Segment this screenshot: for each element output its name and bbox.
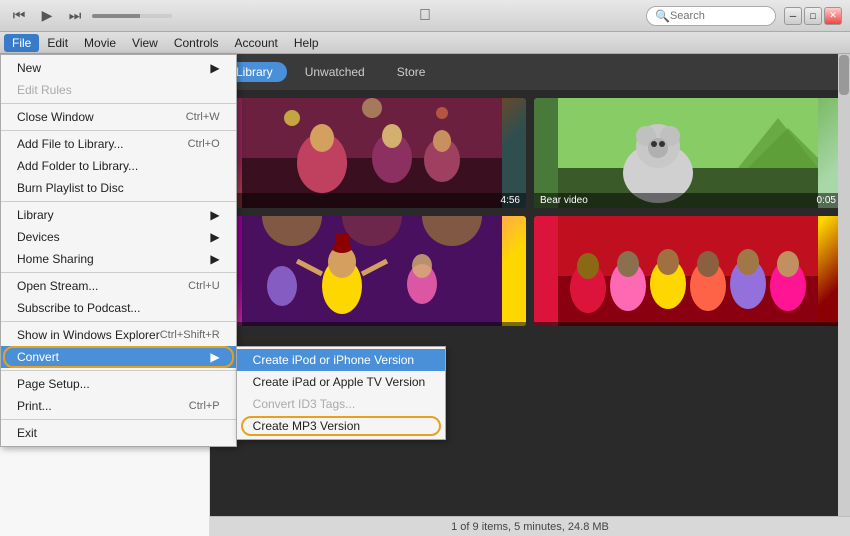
search-input[interactable] bbox=[670, 10, 770, 22]
scrollbar-thumb[interactable] bbox=[839, 55, 849, 95]
status-text: 1 of 9 items, 5 minutes, 24.8 MB bbox=[451, 521, 609, 533]
menu-view[interactable]: View bbox=[124, 34, 166, 52]
arrow-icon-5: ▶ bbox=[210, 350, 219, 364]
menu-controls[interactable]: Controls bbox=[166, 34, 227, 52]
play-button[interactable]: ▶ bbox=[36, 5, 58, 27]
volume-slider[interactable] bbox=[92, 14, 172, 18]
apple-logo:  bbox=[419, 7, 431, 25]
rewind-button[interactable]: ⏮ bbox=[8, 5, 30, 27]
menu-edit-rules: Edit Rules bbox=[1, 79, 236, 101]
menu-bar: File Edit Movie View Controls Account He… bbox=[0, 32, 850, 54]
minimize-button[interactable]: ─ bbox=[784, 7, 802, 25]
fast-forward-button[interactable]: ⏭ bbox=[64, 5, 86, 27]
video-thumb-2[interactable]: Bear video 0:05 bbox=[534, 98, 842, 208]
video-thumb-3[interactable] bbox=[218, 216, 526, 326]
video-thumb-4[interactable] bbox=[534, 216, 842, 326]
video-thumbnail-dance bbox=[218, 216, 526, 326]
menu-help[interactable]: Help bbox=[286, 34, 327, 52]
video-thumbnail-bollywood bbox=[218, 98, 526, 208]
file-dropdown-menu: New ▶ Edit Rules Close Window Ctrl+W Add… bbox=[0, 54, 237, 447]
status-bar: 1 of 9 items, 5 minutes, 24.8 MB bbox=[210, 516, 850, 536]
arrow-icon: ▶ bbox=[210, 61, 219, 75]
menu-account[interactable]: Account bbox=[227, 34, 286, 52]
separator-1 bbox=[1, 103, 236, 104]
arrow-icon-4: ▶ bbox=[210, 252, 219, 266]
arrow-icon-2: ▶ bbox=[210, 208, 219, 222]
menu-movie[interactable]: Movie bbox=[76, 34, 124, 52]
maximize-button[interactable]: □ bbox=[804, 7, 822, 25]
content-area: Library Unwatched Store bbox=[210, 54, 850, 536]
video-overlay-2: Bear video 0:05 bbox=[534, 193, 842, 208]
window-buttons: ─ □ ✕ bbox=[784, 7, 842, 25]
mp3-circle-highlight bbox=[241, 416, 441, 436]
video-overlay-4 bbox=[534, 322, 842, 326]
separator-5 bbox=[1, 321, 236, 322]
arrow-icon-3: ▶ bbox=[210, 230, 219, 244]
menu-library[interactable]: Library ▶ bbox=[1, 204, 236, 226]
separator-4 bbox=[1, 272, 236, 273]
submenu-ipad-appletv[interactable]: Create iPad or Apple TV Version bbox=[237, 371, 445, 393]
video-thumbnail-bear bbox=[534, 98, 842, 208]
menu-burn[interactable]: Burn Playlist to Disc bbox=[1, 177, 236, 199]
video-thumb-1[interactable]: 4:56 bbox=[218, 98, 526, 208]
separator-7 bbox=[1, 419, 236, 420]
submenu-id3-tags: Convert ID3 Tags... bbox=[237, 393, 445, 415]
menu-exit[interactable]: Exit bbox=[1, 422, 236, 444]
menu-show-explorer[interactable]: Show in Windows Explorer Ctrl+Shift+R bbox=[1, 324, 236, 346]
menu-file[interactable]: File bbox=[4, 34, 39, 52]
search-icon: 🔍 bbox=[655, 9, 670, 23]
menu-page-setup[interactable]: Page Setup... bbox=[1, 373, 236, 395]
menu-new[interactable]: New ▶ bbox=[1, 57, 236, 79]
close-button[interactable]: ✕ bbox=[824, 7, 842, 25]
submenu-mp3-version[interactable]: Create MP3 Version bbox=[237, 415, 445, 437]
separator-2 bbox=[1, 130, 236, 131]
submenu-ipod-iphone[interactable]: Create iPod or iPhone Version bbox=[237, 349, 445, 371]
menu-print[interactable]: Print... Ctrl+P bbox=[1, 395, 236, 417]
menu-edit[interactable]: Edit bbox=[39, 34, 76, 52]
video-title-2: Bear video bbox=[540, 195, 588, 206]
menu-open-stream[interactable]: Open Stream... Ctrl+U bbox=[1, 275, 236, 297]
title-bar: ⏮ ▶ ⏭  🔍 ─ □ ✕ bbox=[0, 0, 850, 32]
video-duration-2: 0:05 bbox=[817, 195, 836, 206]
menu-add-folder[interactable]: Add Folder to Library... bbox=[1, 155, 236, 177]
menu-add-file[interactable]: Add File to Library... Ctrl+O bbox=[1, 133, 236, 155]
convert-submenu: Create iPod or iPhone Version Create iPa… bbox=[236, 346, 446, 440]
playback-controls: ⏮ ▶ ⏭ bbox=[8, 5, 172, 27]
menu-devices[interactable]: Devices ▶ bbox=[1, 226, 236, 248]
video-duration-1: 4:56 bbox=[501, 195, 520, 206]
menu-convert[interactable]: Convert ▶ Create iPod or iPhone Version … bbox=[1, 346, 236, 368]
video-overlay-1: 4:56 bbox=[218, 193, 526, 208]
separator-6 bbox=[1, 370, 236, 371]
video-grid: 4:56 bbox=[210, 90, 850, 334]
scrollbar[interactable] bbox=[838, 54, 850, 516]
separator-3 bbox=[1, 201, 236, 202]
video-thumbnail-dancers bbox=[534, 216, 842, 326]
tab-store[interactable]: Store bbox=[383, 62, 440, 82]
tab-unwatched[interactable]: Unwatched bbox=[291, 62, 379, 82]
file-menu-dropdown: New ▶ Edit Rules Close Window Ctrl+W Add… bbox=[0, 54, 237, 447]
menu-subscribe-podcast[interactable]: Subscribe to Podcast... bbox=[1, 297, 236, 319]
video-overlay-3 bbox=[218, 322, 526, 326]
menu-home-sharing[interactable]: Home Sharing ▶ bbox=[1, 248, 236, 270]
search-box[interactable]: 🔍 bbox=[646, 6, 776, 26]
menu-close-window[interactable]: Close Window Ctrl+W bbox=[1, 106, 236, 128]
content-tabs: Library Unwatched Store bbox=[210, 54, 850, 90]
